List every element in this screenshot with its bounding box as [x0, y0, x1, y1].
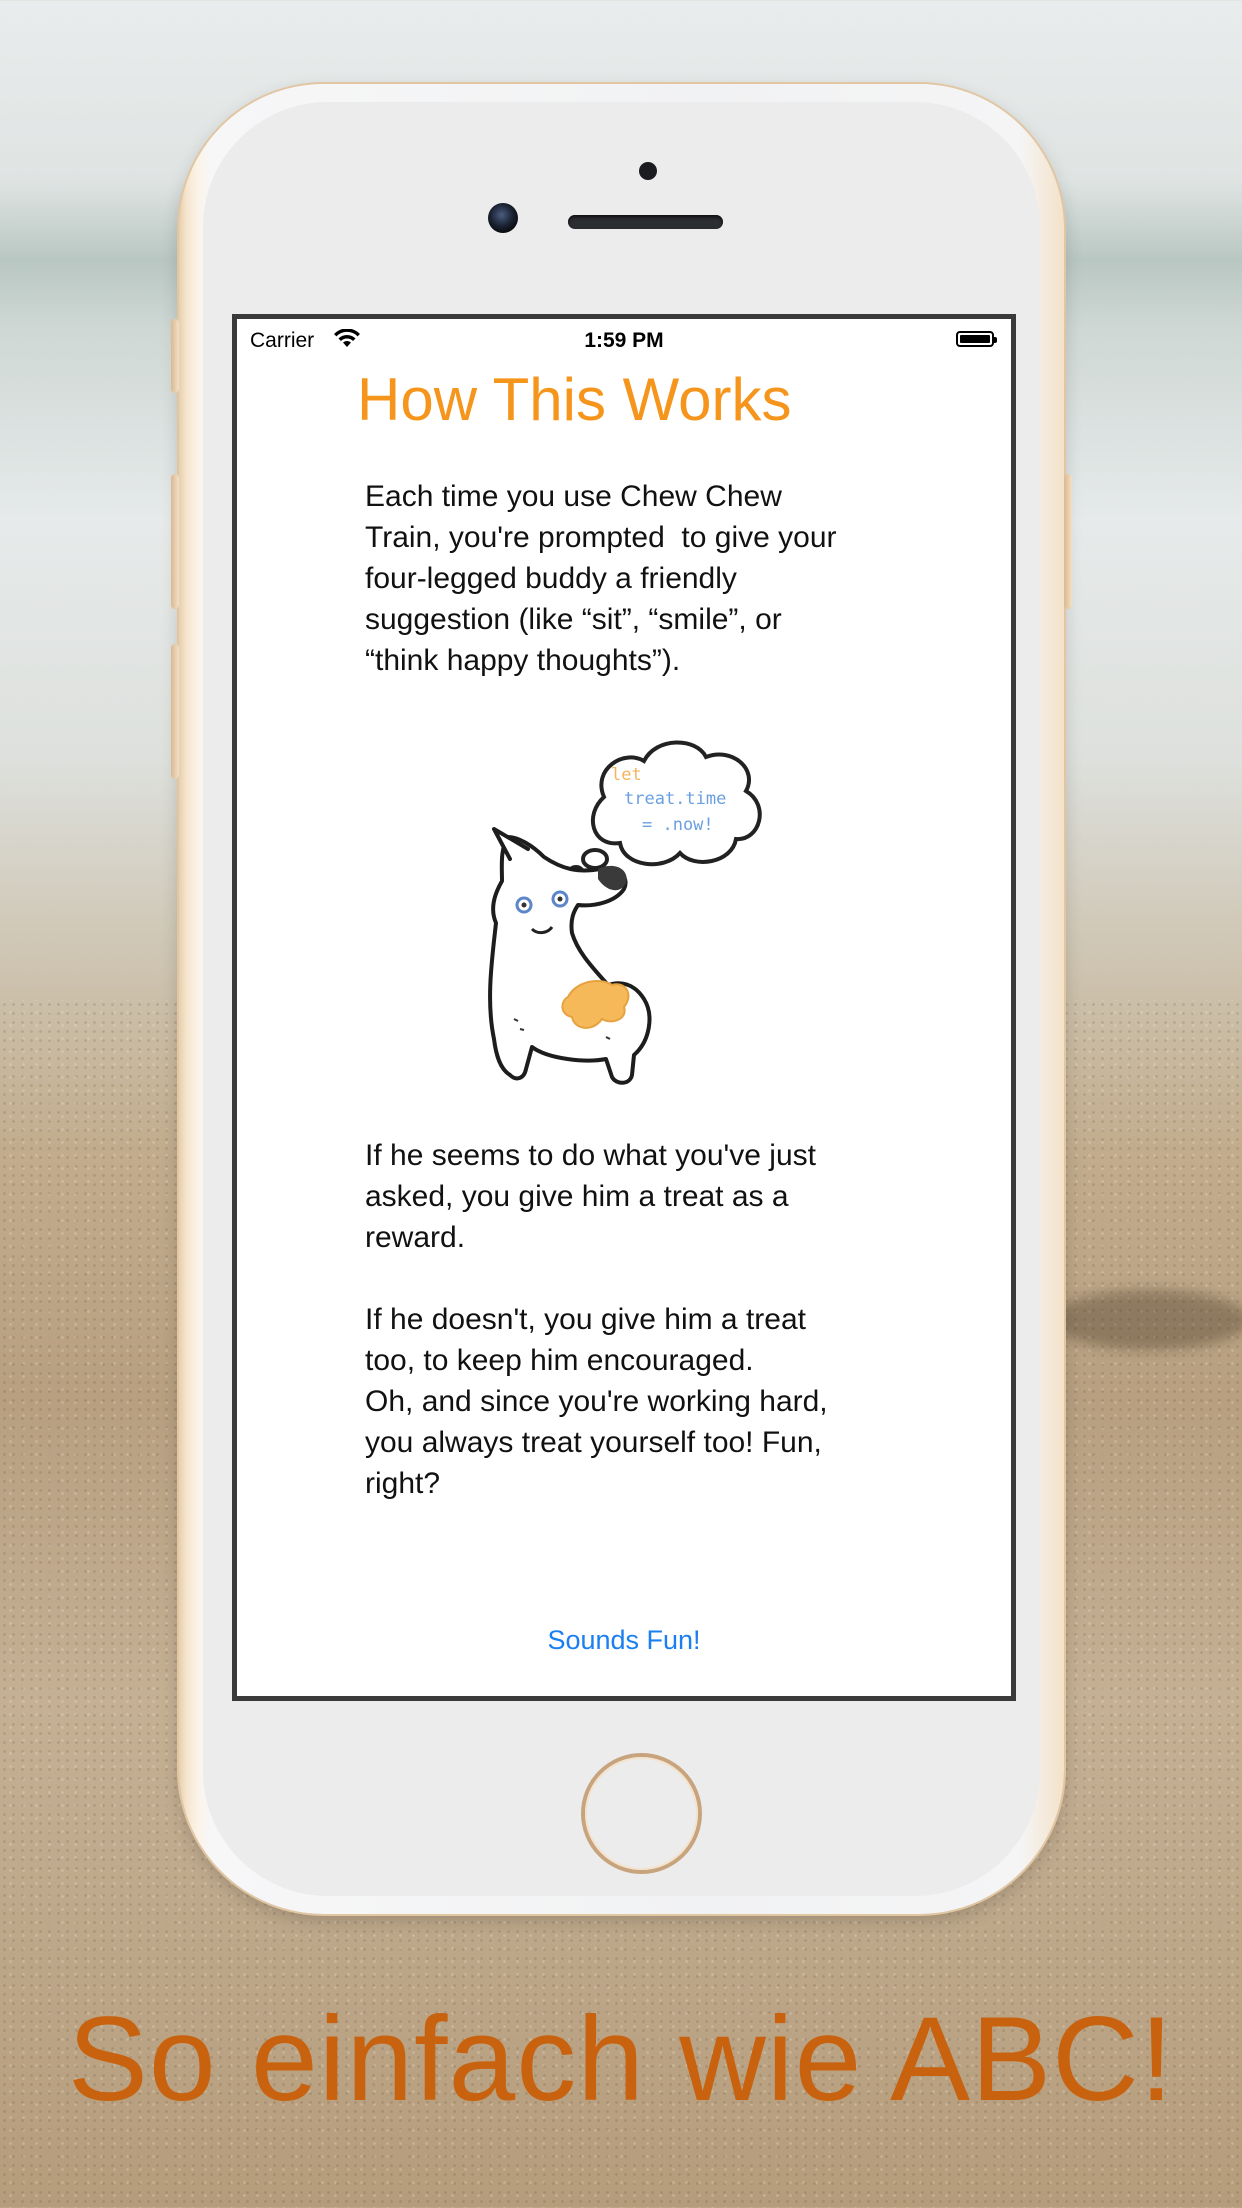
home-button[interactable] — [585, 1757, 698, 1870]
phone-volume-up — [171, 474, 179, 609]
dog-drawing — [488, 827, 652, 1085]
paragraph-treat-yourself: Oh, and since you're working hard, you a… — [365, 1385, 828, 1500]
paragraph-did-it: If he seems to do what you've just asked… — [365, 1139, 816, 1254]
sounds-fun-button[interactable]: Sounds Fun! — [237, 1625, 1011, 1656]
thought-bubble — [567, 740, 762, 881]
phone-speaker — [568, 215, 723, 229]
battery-icon — [956, 331, 997, 347]
page-title: How This Works — [357, 366, 792, 433]
phone-volume-down — [171, 644, 179, 779]
paragraph-did-not: If he doesn't, you give him a treat too,… — [365, 1303, 806, 1377]
status-bar: Carrier 1:59 PM — [237, 319, 1011, 359]
phone-sensor — [639, 162, 657, 180]
background-sand-shadow — [1050, 1290, 1242, 1350]
bubble-code-line-3: = .now! — [642, 815, 714, 835]
app-screen: Carrier 1:59 PM How This Works Each time… — [232, 314, 1016, 1701]
phone-power-button — [1064, 474, 1072, 609]
front-camera-icon — [488, 203, 518, 233]
bubble-code-line-2: treat.time — [624, 789, 726, 809]
marketing-tagline: So einfach wie ABC! — [67, 1992, 1175, 2126]
intro-paragraph: Each time you use Chew Chew Train, you'r… — [365, 480, 837, 677]
phone-mute-switch — [171, 319, 179, 393]
bubble-code-line-1: let — [611, 765, 642, 785]
dog-thinking-illustration: let treat.time = .now! — [488, 740, 762, 1085]
status-time: 1:59 PM — [584, 329, 664, 352]
